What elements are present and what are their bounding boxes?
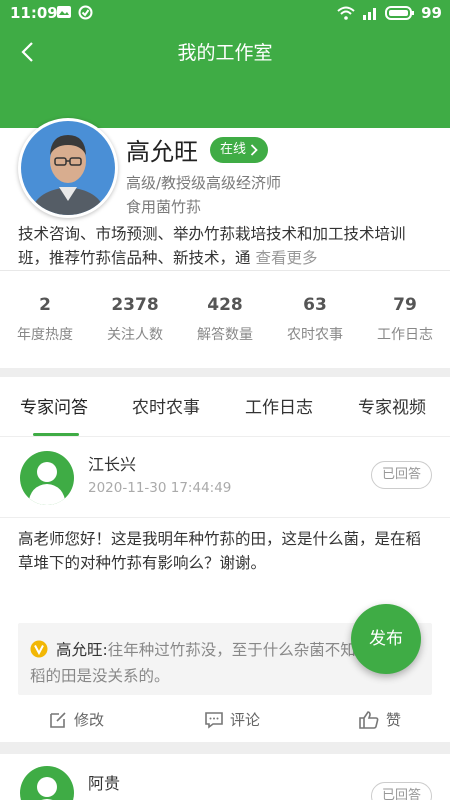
thumbs-up-icon bbox=[359, 710, 379, 729]
battery-icon bbox=[385, 6, 415, 20]
answerer-name: 高允旺: bbox=[56, 641, 108, 659]
expert-avatar[interactable] bbox=[18, 118, 118, 218]
answered-badge: 已回答 bbox=[370, 461, 432, 489]
asker-name: 阿贵 bbox=[88, 774, 121, 793]
expert-title: 高级/教授级高级经济师 bbox=[126, 174, 282, 192]
status-bar: 11:09 99 bbox=[0, 0, 450, 26]
question-card[interactable]: 阿贵 已回答 bbox=[0, 754, 450, 800]
stats-row: 2 年度热度 2378 关注人数 428 解答数量 63 农时农事 79 工作日… bbox=[0, 270, 450, 368]
stat-value: 2378 bbox=[111, 295, 159, 315]
tab-bar: 专家问答 农时农事 工作日志 专家视频 bbox=[0, 377, 450, 437]
system-icons: 99 bbox=[337, 4, 442, 22]
stat-work-log[interactable]: 79 工作日志 bbox=[360, 271, 450, 368]
user-silhouette-icon bbox=[37, 777, 57, 800]
online-status-badge[interactable]: 在线 bbox=[210, 137, 269, 163]
comment-icon bbox=[205, 711, 223, 729]
message-icon bbox=[57, 6, 71, 18]
chevron-right-icon bbox=[250, 144, 258, 156]
expert-field: 食用菌竹荪 bbox=[126, 198, 202, 216]
stat-label: 农时农事 bbox=[287, 327, 343, 343]
asker-name: 江长兴 bbox=[88, 455, 137, 474]
edit-icon bbox=[50, 711, 66, 728]
edit-label: 修改 bbox=[74, 711, 105, 729]
expert-bio: 技术咨询、市场预测、举办竹荪栽培技术和加工技术培训班，推荐竹荪信品种、新技术，通… bbox=[18, 222, 436, 270]
wifi-icon bbox=[337, 6, 355, 20]
edit-button[interactable]: 修改 bbox=[48, 709, 104, 730]
stat-label: 年度热度 bbox=[17, 327, 73, 343]
stat-label: 解答数量 bbox=[197, 327, 253, 343]
stat-value: 2 bbox=[39, 295, 51, 315]
view-more-link[interactable]: 查看更多 bbox=[255, 249, 317, 267]
tab-farming[interactable]: 农时农事 bbox=[132, 393, 200, 418]
stat-value: 428 bbox=[207, 295, 243, 315]
verified-badge-icon bbox=[30, 640, 48, 658]
tab-expert-video[interactable]: 专家视频 bbox=[358, 393, 426, 418]
header: 我的工作室 bbox=[0, 26, 450, 128]
question-actions: 修改 评论 赞 bbox=[0, 705, 450, 741]
expert-name: 高允旺 bbox=[126, 138, 198, 166]
question-text: 高老师您好！这是我明年种竹荪的田，这是什么菌，是在稻草堆下的对种竹荪有影响么？谢… bbox=[18, 530, 422, 572]
active-tab-indicator bbox=[33, 433, 79, 436]
online-status-label: 在线 bbox=[220, 142, 247, 157]
stat-farming[interactable]: 63 农时农事 bbox=[270, 271, 360, 368]
stat-label: 工作日志 bbox=[377, 327, 433, 343]
divider bbox=[0, 517, 450, 518]
stat-annual-heat[interactable]: 2 年度热度 bbox=[0, 271, 90, 368]
signal-icon bbox=[363, 8, 377, 20]
stat-followers[interactable]: 2378 关注人数 bbox=[90, 271, 180, 368]
like-label: 赞 bbox=[386, 711, 402, 729]
question-card[interactable]: 江长兴 2020-11-30 17:44:49 已回答 高老师您好！这是我明年种… bbox=[0, 437, 450, 742]
check-circle-icon bbox=[78, 5, 93, 20]
asker-avatar[interactable] bbox=[20, 451, 74, 505]
battery-level: 99 bbox=[421, 4, 442, 22]
profile-card: 高允旺 在线 高级/教授级高级经济师 食用菌竹荪 技术咨询、市场预测、举办竹荪栽… bbox=[0, 118, 450, 270]
tab-work-log[interactable]: 工作日志 bbox=[245, 393, 313, 418]
user-silhouette-icon bbox=[28, 462, 66, 505]
question-time: 2020-11-30 17:44:49 bbox=[88, 480, 232, 496]
stat-value: 63 bbox=[303, 295, 327, 315]
stat-label: 关注人数 bbox=[107, 327, 163, 343]
stat-value: 79 bbox=[393, 295, 417, 315]
expert-photo bbox=[21, 121, 115, 215]
answered-badge: 已回答 bbox=[370, 782, 432, 800]
publish-button[interactable]: 发布 bbox=[351, 604, 421, 674]
bio-text: 技术咨询、市场预测、举办竹荪栽培技术和加工技术培训班，推荐竹荪信品种、新技术，通 bbox=[18, 225, 406, 267]
stat-answers[interactable]: 428 解答数量 bbox=[180, 271, 270, 368]
notification-icons bbox=[56, 5, 93, 20]
page-title: 我的工作室 bbox=[177, 42, 273, 64]
comment-button[interactable]: 评论 bbox=[204, 709, 260, 730]
asker-avatar[interactable] bbox=[20, 766, 74, 800]
like-button[interactable]: 赞 bbox=[358, 709, 401, 730]
comment-label: 评论 bbox=[230, 711, 261, 729]
tab-expert-qa[interactable]: 专家问答 bbox=[20, 393, 88, 418]
status-time: 11:09 bbox=[10, 4, 58, 22]
